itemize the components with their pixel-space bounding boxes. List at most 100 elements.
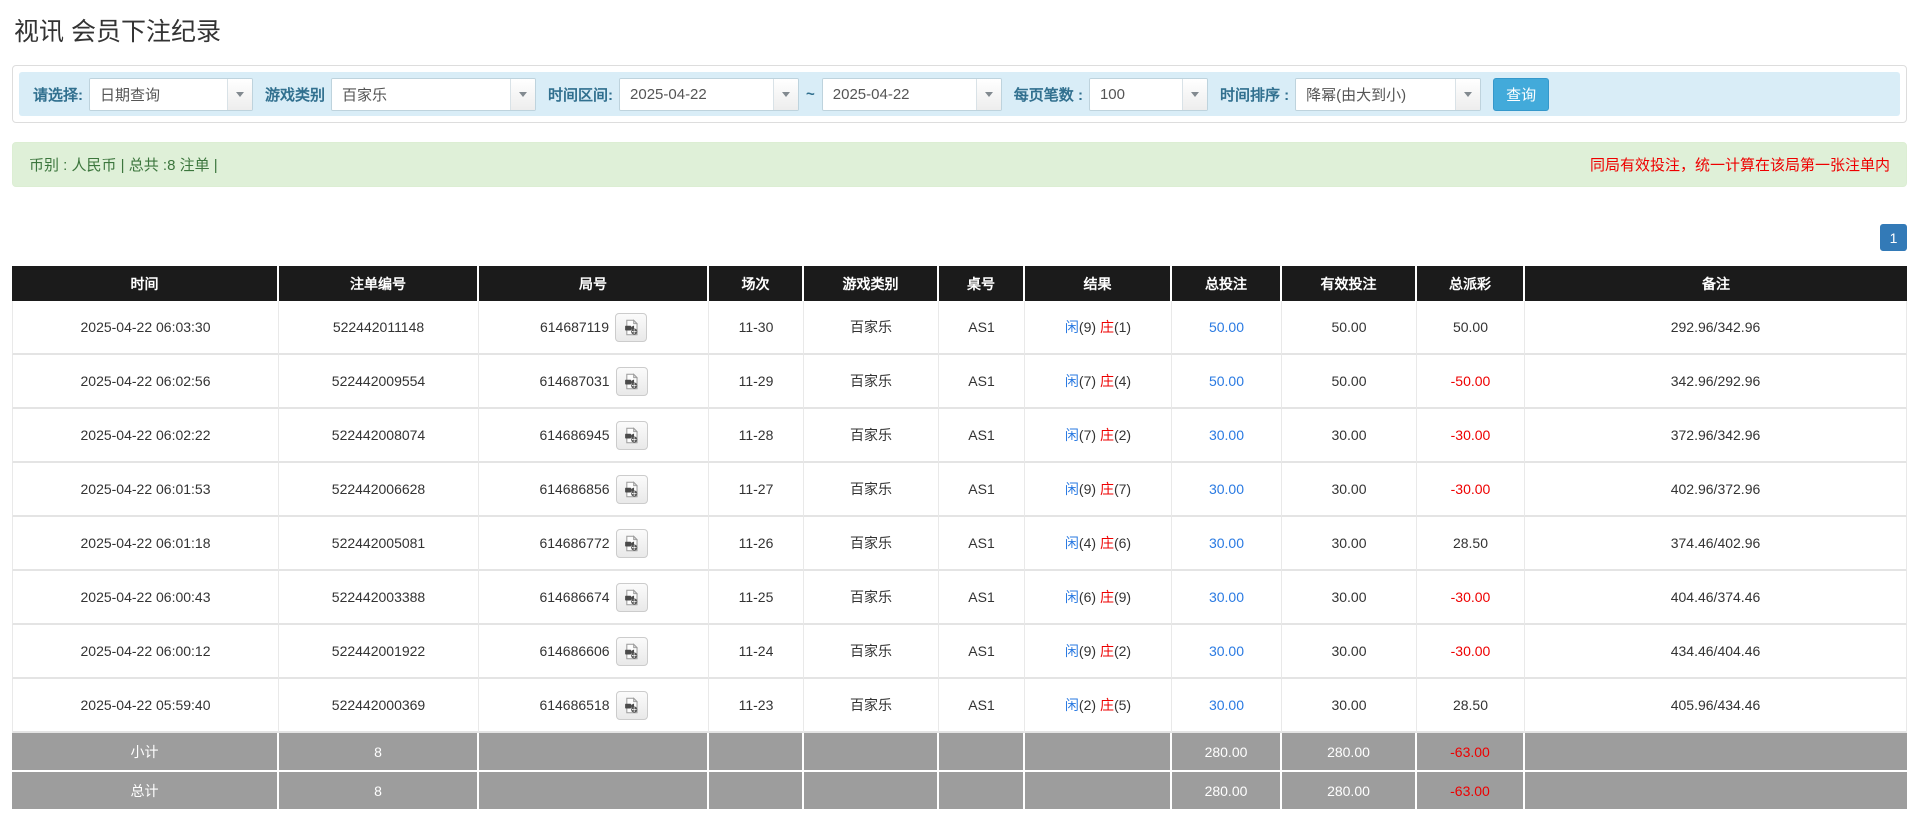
round-id-text: 614686674: [539, 589, 609, 605]
video-replay-button[interactable]: [616, 475, 648, 504]
cell-game-type: 百家乐: [804, 301, 939, 355]
sort-order-dropdown-button[interactable]: [1455, 79, 1480, 110]
result-player-label: 闲: [1065, 589, 1079, 605]
cell-session: 11-29: [709, 355, 804, 409]
result-banker-score: (9): [1114, 589, 1131, 605]
per-page-value[interactable]: [1090, 79, 1182, 110]
total-bet-link[interactable]: 50.00: [1209, 319, 1244, 335]
col-header-bet-id: 注单编号: [279, 266, 479, 301]
col-header-round-id: 局号: [479, 266, 709, 301]
total-bet-link[interactable]: 30.00: [1209, 427, 1244, 443]
video-replay-button[interactable]: [616, 691, 648, 720]
per-page-dropdown-button[interactable]: [1182, 79, 1207, 110]
cell-bet-id: 522442006628: [279, 463, 479, 517]
chevron-down-icon: [782, 92, 790, 97]
video-replay-button[interactable]: [616, 367, 648, 396]
cell-result: 闲(9) 庄(2): [1025, 625, 1172, 679]
footer-valid-bet: 280.00: [1282, 733, 1417, 772]
date-from-value[interactable]: [620, 79, 773, 110]
cell-session: 11-30: [709, 301, 804, 355]
col-header-game-type: 游戏类别: [804, 266, 939, 301]
date-from-dropdown-button[interactable]: [773, 79, 798, 110]
round-id-text: 614687031: [539, 373, 609, 389]
cell-game-type: 百家乐: [804, 571, 939, 625]
date-to-select[interactable]: [822, 78, 1002, 111]
cell-table-no: AS1: [939, 409, 1025, 463]
video-replay-button[interactable]: [615, 313, 647, 342]
col-header-time: 时间: [12, 266, 279, 301]
game-type-label: 游戏类别: [265, 84, 325, 105]
total-bet-link[interactable]: 50.00: [1209, 373, 1244, 389]
per-page-select[interactable]: [1089, 78, 1208, 111]
cell-table-no: AS1: [939, 571, 1025, 625]
sort-order-value[interactable]: [1296, 79, 1455, 110]
chevron-down-icon: [236, 92, 244, 97]
pagination-page-1-button[interactable]: 1: [1880, 224, 1907, 251]
chevron-down-icon: [1191, 92, 1199, 97]
cell-valid-bet: 50.00: [1282, 301, 1417, 355]
chevron-down-icon: [519, 92, 527, 97]
col-header-result: 结果: [1025, 266, 1172, 301]
total-bet-link[interactable]: 30.00: [1209, 697, 1244, 713]
cell-remark: 374.46/402.96: [1525, 517, 1907, 571]
cell-time: 2025-04-22 06:01:18: [12, 517, 279, 571]
cell-session: 11-24: [709, 625, 804, 679]
date-from-select[interactable]: [619, 78, 799, 111]
cell-bet-id: 522442008074: [279, 409, 479, 463]
footer-payout: -63.00: [1417, 733, 1525, 772]
footer-valid-bet: 280.00: [1282, 772, 1417, 811]
cell-total-bet: 30.00: [1172, 409, 1282, 463]
currency-summary-text: 币别 : 人民币 | 总共 :8 注单 |: [29, 154, 218, 175]
result-player-score: (9): [1079, 643, 1096, 659]
search-button[interactable]: 查询: [1493, 78, 1549, 111]
footer-remark: [1525, 733, 1907, 772]
cell-bet-id: 522442011148: [279, 301, 479, 355]
cell-table-no: AS1: [939, 301, 1025, 355]
betting-records-table: 时间 注单编号 局号 场次 游戏类别 桌号 结果 总投注 有效投注 总派彩 备注…: [12, 266, 1907, 811]
cell-bet-id: 522442000369: [279, 679, 479, 733]
total-bet-link[interactable]: 30.00: [1209, 589, 1244, 605]
table-footer-row: 总计 8 280.00 280.00 -63.00: [12, 772, 1907, 811]
cell-result: 闲(2) 庄(5): [1025, 679, 1172, 733]
total-bet-link[interactable]: 30.00: [1209, 481, 1244, 497]
cell-game-type: 百家乐: [804, 517, 939, 571]
game-type-value[interactable]: [332, 79, 510, 110]
cell-total-bet: 30.00: [1172, 625, 1282, 679]
total-bet-link[interactable]: 30.00: [1209, 643, 1244, 659]
table-row: 2025-04-22 06:01:18 522442005081 6146867…: [12, 517, 1907, 571]
cell-total-bet: 50.00: [1172, 301, 1282, 355]
video-replay-button[interactable]: [616, 637, 648, 666]
cell-session: 11-23: [709, 679, 804, 733]
video-replay-button[interactable]: [616, 529, 648, 558]
result-player-score: (4): [1079, 535, 1096, 551]
video-replay-button[interactable]: [616, 583, 648, 612]
result-banker-score: (4): [1114, 373, 1131, 389]
video-replay-button[interactable]: [616, 421, 648, 450]
sort-order-select[interactable]: [1295, 78, 1481, 111]
video-file-icon: [623, 697, 640, 714]
cell-remark: 372.96/342.96: [1525, 409, 1907, 463]
result-banker-label: 庄: [1100, 319, 1114, 335]
round-id-text: 614687119: [540, 319, 609, 335]
cell-total-bet: 50.00: [1172, 355, 1282, 409]
page-title: 视讯 会员下注纪录: [14, 12, 1907, 48]
footer-label: 总计: [12, 772, 279, 811]
date-to-dropdown-button[interactable]: [976, 79, 1001, 110]
pagination: 1: [12, 224, 1907, 251]
game-type-dropdown-button[interactable]: [510, 79, 535, 110]
result-player-label: 闲: [1065, 373, 1079, 389]
game-type-select[interactable]: [331, 78, 536, 111]
query-type-dropdown-button[interactable]: [227, 79, 252, 110]
cell-valid-bet: 30.00: [1282, 409, 1417, 463]
result-banker-score: (2): [1114, 427, 1131, 443]
query-type-value[interactable]: [90, 79, 227, 110]
query-type-select[interactable]: [89, 78, 253, 111]
footer-total-bet: 280.00: [1172, 772, 1282, 811]
result-banker-label: 庄: [1100, 481, 1114, 497]
video-file-icon: [623, 643, 640, 660]
total-bet-link[interactable]: 30.00: [1209, 535, 1244, 551]
cell-round-id: 614686518: [479, 679, 709, 733]
date-to-value[interactable]: [823, 79, 976, 110]
result-banker-label: 庄: [1100, 535, 1114, 551]
result-banker-score: (6): [1114, 535, 1131, 551]
